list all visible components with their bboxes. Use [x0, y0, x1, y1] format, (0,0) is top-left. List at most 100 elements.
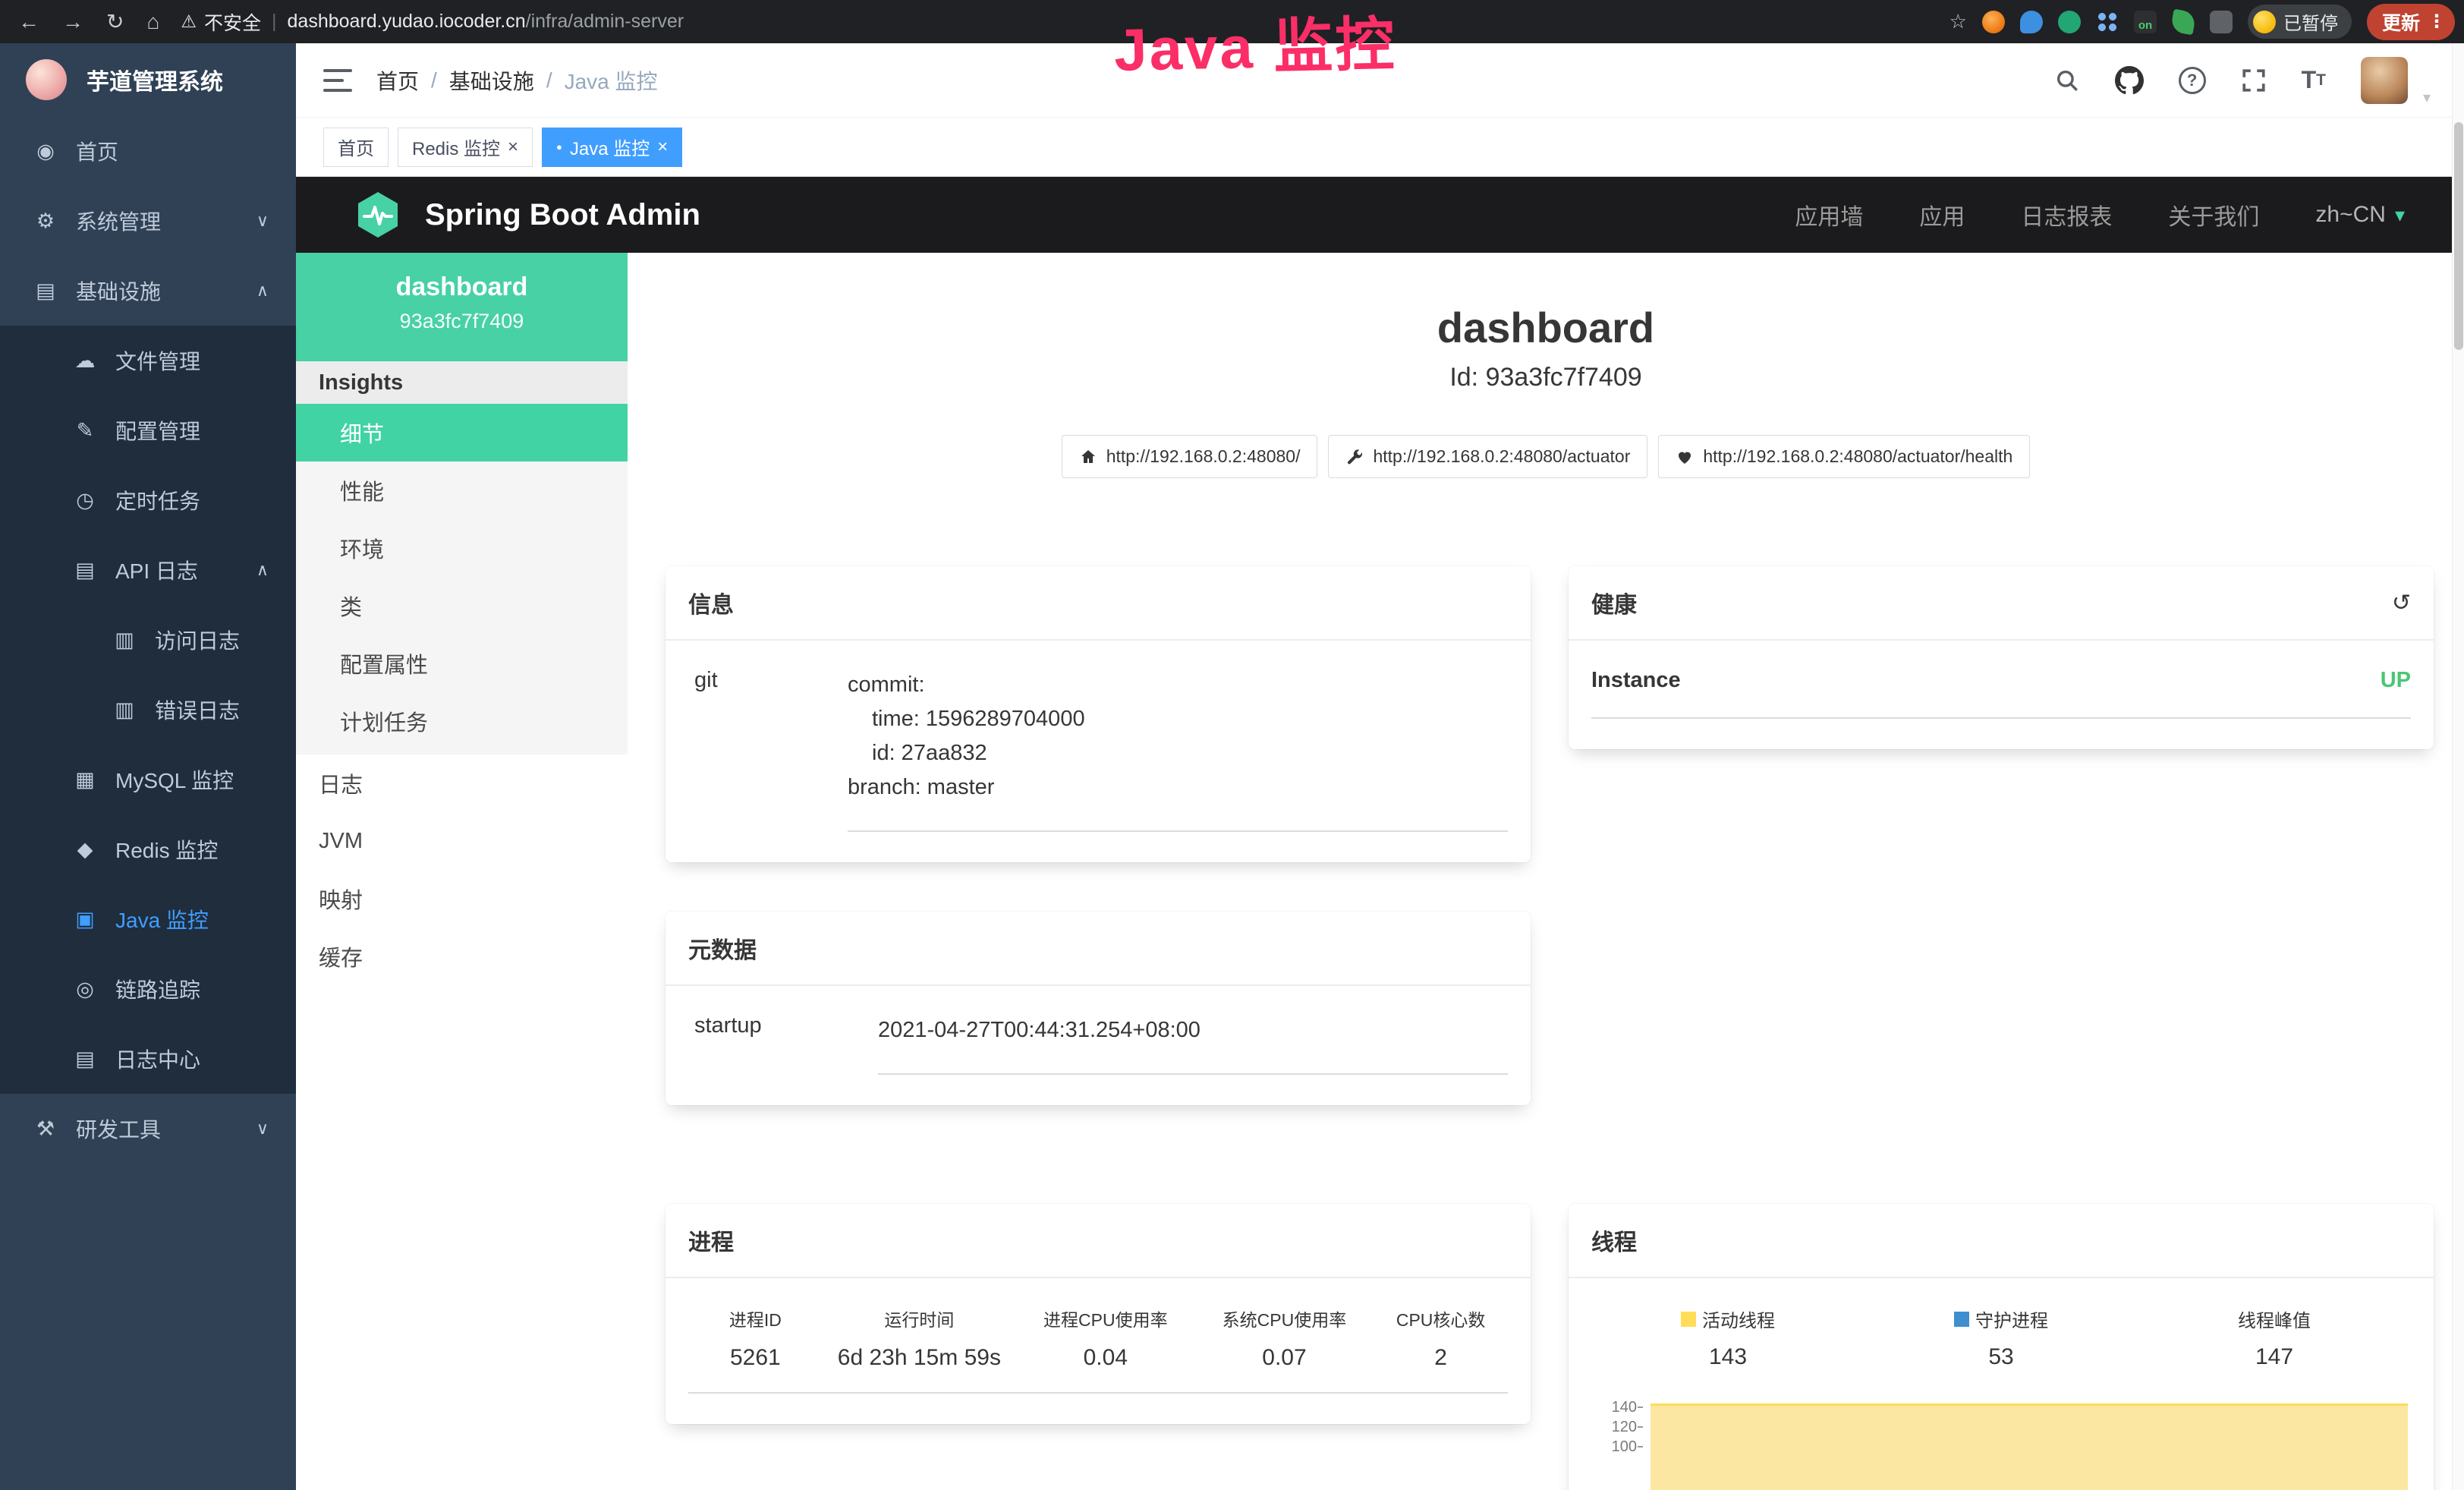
threads-chart-plot [1651, 1397, 2411, 1490]
service-url-link[interactable]: http://192.168.0.2:48080/ [1062, 435, 1318, 478]
threads-card-title: 线程 [1591, 1224, 1637, 1257]
infrastructure-icon: ▤ [32, 279, 59, 303]
wrench-icon [1345, 448, 1364, 466]
close-icon[interactable]: × [508, 138, 518, 156]
app-logo-avatar [26, 59, 67, 100]
sidebar-item-mysql-monitor[interactable]: ▦ MySQL 监控 [0, 745, 296, 814]
active-threads-label: 活动线程 [1702, 1306, 1775, 1332]
sidebar-item-dev-tools[interactable]: ⚒ 研发工具 ∨ [0, 1094, 296, 1164]
sidebar-item-file-management[interactable]: ☁ 文件管理 [0, 326, 296, 395]
metadata-card-title: 元数据 [688, 931, 757, 965]
paused-label: 已暂停 [2283, 8, 2338, 35]
sba-menu-config-props[interactable]: 配置属性 [296, 635, 628, 692]
reload-icon[interactable]: ↻ [106, 9, 124, 34]
sidebar-item-log-center[interactable]: ▤ 日志中心 [0, 1024, 296, 1094]
fullscreen-icon[interactable] [2241, 68, 2267, 93]
search-icon[interactable] [2054, 68, 2080, 93]
tab-redis-monitor[interactable]: Redis 监控 × [398, 128, 533, 167]
tab-label: Java 监控 [570, 134, 650, 160]
tab-label: Redis 监控 [412, 134, 500, 160]
threads-legend: 活动线程 143 守护进程 53 [1591, 1306, 2411, 1370]
tab-java-monitor[interactable]: ● Java 监控 × [542, 128, 682, 167]
health-instance-label[interactable]: Instance [1591, 668, 1681, 693]
extension-drop-icon[interactable] [2020, 11, 2043, 33]
address-bar[interactable]: ⚠ 不安全 | dashboard.yudao.iocoder.cn /infr… [181, 8, 684, 36]
extensions-puzzle-icon[interactable] [2210, 11, 2233, 33]
sidebar-item-tracing[interactable]: ◎ 链路追踪 [0, 954, 296, 1024]
url-host: dashboard.yudao.iocoder.cn [288, 11, 526, 33]
sidebar-item-home[interactable]: ◉ 首页 [0, 116, 296, 186]
java-monitor-icon: ▣ [71, 908, 99, 931]
scrollbar[interactable] [2452, 43, 2464, 1490]
back-icon[interactable]: ← [18, 10, 39, 34]
app-logo[interactable]: 芋道管理系统 [0, 43, 296, 116]
locale-select[interactable]: zh~CN ▾ [2315, 202, 2405, 228]
breadcrumb-home[interactable]: 首页 [376, 65, 419, 96]
chevron-down-icon: ∨ [256, 1119, 269, 1139]
hamburger-icon[interactable] [323, 69, 352, 92]
peak-threads-label: 线程峰值 [2238, 1306, 2311, 1332]
y-tick: 100 [1591, 1437, 1637, 1457]
home-icon[interactable]: ⌂ [146, 10, 159, 34]
sidebar-item-config-management[interactable]: ✎ 配置管理 [0, 395, 296, 465]
spring-boot-admin-logo-icon[interactable] [354, 191, 402, 239]
sidebar-item-api-logs[interactable]: ▤ API 日志 ∧ [0, 535, 296, 605]
sidebar-item-label: 系统管理 [76, 206, 161, 236]
edit-icon: ✎ [71, 419, 99, 443]
sba-menu-details[interactable]: 细节 [296, 404, 628, 461]
chevron-up-icon: ∧ [256, 281, 269, 301]
paused-badge[interactable]: 已暂停 [2248, 5, 2352, 39]
bookmark-star-icon[interactable]: ☆ [1949, 10, 1967, 33]
github-icon[interactable] [2115, 66, 2144, 95]
sidebar-item-java-monitor[interactable]: ▣ Java 监控 [0, 884, 296, 954]
cloud-icon: ☁ [71, 349, 99, 373]
tab-home[interactable]: 首页 [323, 128, 389, 167]
sba-menu-jvm[interactable]: JVM [296, 812, 628, 870]
sidebar-item-error-logs[interactable]: ▥ 错误日志 [0, 675, 296, 745]
extension-grid-icon[interactable] [2096, 11, 2119, 33]
help-icon[interactable]: ? [2179, 67, 2206, 94]
health-url-link[interactable]: http://192.168.0.2:48080/actuator/health [1658, 435, 2030, 478]
log-center-icon: ▤ [71, 1047, 99, 1071]
sba-menu-loggers[interactable]: 日志 [296, 754, 628, 812]
log-file-icon: ▥ [111, 698, 138, 722]
avatar-caret-icon[interactable]: ▾ [2423, 88, 2431, 107]
sidebar-item-system[interactable]: ⚙ 系统管理 ∨ [0, 186, 296, 256]
extension-on-badge-icon[interactable]: on [2134, 11, 2157, 33]
sba-menu-mappings[interactable]: 映射 [296, 870, 628, 928]
sba-title[interactable]: Spring Boot Admin [425, 198, 700, 232]
info-line-id: id: 27aa832 [872, 736, 1508, 770]
extension-fox-icon[interactable] [1982, 11, 2005, 33]
page-column: 首页 / 基础设施 / Java 监控 ? TT [296, 43, 2464, 1490]
info-line-time: time: 1596289704000 [872, 702, 1508, 736]
sba-nav-about[interactable]: 关于我们 [2168, 198, 2259, 232]
sba-menu-caches[interactable]: 缓存 [296, 928, 628, 985]
instance-box[interactable]: dashboard 93a3fc7f7409 [296, 253, 628, 361]
actuator-url-link[interactable]: http://192.168.0.2:48080/actuator [1328, 435, 1647, 478]
sidebar-item-scheduled-tasks[interactable]: ◷ 定时任务 [0, 465, 296, 535]
process-value-uptime: 6d 23h 15m 59s [823, 1345, 1016, 1371]
cards-area: 信息 git commit: time: 1596289704000 id: 2… [628, 566, 2464, 1490]
forward-icon[interactable]: → [62, 10, 83, 34]
scrollbar-thumb[interactable] [2454, 122, 2463, 350]
sidebar-item-redis-monitor[interactable]: ◆ Redis 监控 [0, 814, 296, 884]
font-size-icon[interactable]: TT [2302, 66, 2326, 94]
font-size-small-glyph: T [2316, 71, 2326, 90]
sba-nav-applications[interactable]: 应用 [1919, 198, 1965, 232]
sidebar-item-infrastructure[interactable]: ▤ 基础设施 ∧ [0, 256, 296, 326]
sba-nav-journal[interactable]: 日志报表 [2021, 198, 2112, 232]
sba-menu-scheduled-tasks[interactable]: 计划任务 [296, 692, 628, 750]
extension-circle-icon[interactable] [2058, 11, 2081, 33]
sba-menu-classes[interactable]: 类 [296, 577, 628, 635]
breadcrumb-infrastructure[interactable]: 基础设施 [449, 65, 534, 96]
sba-menu-environment[interactable]: 环境 [296, 519, 628, 577]
extension-leaf-icon[interactable] [2170, 8, 2197, 35]
breadcrumb: 首页 / 基础设施 / Java 监控 [376, 65, 658, 96]
avatar[interactable] [2361, 57, 2408, 104]
history-icon[interactable]: ↺ [2392, 590, 2411, 616]
sba-menu-metrics[interactable]: 性能 [296, 461, 628, 519]
sba-nav-wallboard[interactable]: 应用墙 [1795, 198, 1863, 232]
sidebar-item-access-logs[interactable]: ▥ 访问日志 [0, 605, 296, 675]
close-icon[interactable]: × [657, 138, 668, 156]
update-button[interactable]: 更新 ⋮ [2367, 4, 2455, 40]
